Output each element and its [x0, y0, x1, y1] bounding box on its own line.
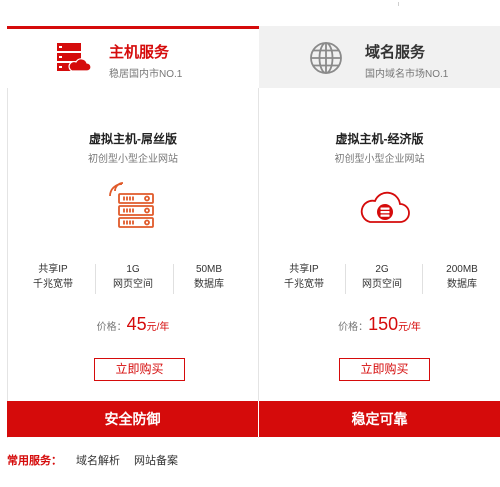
tab-title: 主机服务 [109, 44, 170, 61]
product-desc: 初创型小型企业网站 [88, 154, 178, 165]
server-cloud-icon [57, 43, 91, 72]
spec-label: 千兆宽带 [284, 279, 324, 290]
product-name: 虚拟主机-屌丝版 [89, 132, 177, 146]
tab-subtitle: 国内域名市场NO.1 [365, 69, 449, 80]
link-site-filing[interactable]: 网站备案 [134, 455, 178, 467]
product-card: 虚拟主机-经济版 初创型小型企业网站 共享IP 千兆宽带 2G 网页空间 200… [258, 88, 500, 438]
spec-divider [422, 264, 423, 294]
price-unit: 元/年 [398, 322, 421, 333]
product-name: 虚拟主机-经济版 [335, 132, 424, 146]
spec-item: 共享IP 千兆宽带 [18, 262, 88, 298]
link-domain-resolution[interactable]: 域名解析 [76, 455, 120, 467]
product-card: 虚拟主机-屌丝版 初创型小型企业网站 共享IP 千兆宽带 1G 网页空间 50M… [7, 88, 258, 438]
spec-label: 数据库 [447, 279, 477, 290]
price: 价格：150元/年 [259, 314, 500, 335]
price: 价格：45元/年 [8, 314, 258, 335]
common-services: 常用服务： 域名解析 网站备案 [7, 452, 178, 468]
spec-divider [95, 264, 96, 294]
spec-divider [173, 264, 174, 294]
feature-bar-stable[interactable]: 稳定可靠 [259, 401, 500, 437]
price-value: 150 [368, 314, 399, 334]
spec-label: 千兆宽带 [33, 279, 73, 290]
common-services-label: 常用服务： [7, 455, 62, 467]
server-rack-icon [109, 182, 154, 228]
tab-domain-service[interactable]: 域名服务 国内域名市场NO.1 [259, 26, 500, 88]
price-unit: 元/年 [146, 322, 170, 333]
spec-item: 50MB 数据库 [176, 262, 242, 298]
feature-bar-security[interactable]: 安全防御 [7, 401, 258, 437]
spec-value: 200MB [446, 264, 478, 275]
spec-item: 1G 网页空间 [98, 262, 168, 298]
spec-list: 共享IP 千兆宽带 1G 网页空间 50MB 数据库 [8, 262, 258, 298]
product-desc: 初创型小型企业网站 [334, 154, 425, 165]
spec-value: 50MB [195, 264, 223, 275]
price-label: 价格： [338, 322, 369, 333]
spec-item: 共享IP 千兆宽带 [269, 262, 339, 298]
spec-value: 1G [126, 264, 140, 275]
spec-value: 共享IP [289, 264, 319, 275]
buy-now-button[interactable]: 立即购买 [339, 358, 430, 381]
spec-list: 共享IP 千兆宽带 2G 网页空间 200MB 数据库 [259, 262, 500, 298]
spec-item: 2G 网页空间 [347, 262, 417, 298]
price-label: 价格： [96, 322, 127, 333]
top-strip [0, 0, 500, 26]
spec-label: 网页空间 [362, 279, 402, 290]
spec-divider [345, 264, 346, 294]
spec-value: 2G [375, 264, 389, 275]
price-value: 45 [126, 314, 147, 334]
spec-item: 200MB 数据库 [426, 262, 498, 298]
spec-label: 网页空间 [113, 279, 153, 290]
tab-subtitle: 稳居国内市NO.1 [109, 69, 183, 80]
tab-host-service[interactable]: 主机服务 稳居国内市NO.1 [7, 26, 259, 88]
product-panel: 虚拟主机-屌丝版 初创型小型企业网站 共享IP 千兆宽带 1G 网页空间 50M… [7, 88, 500, 438]
spec-label: 数据库 [194, 279, 224, 290]
top-divider [398, 2, 399, 6]
tab-title: 域名服务 [365, 44, 426, 61]
buy-now-button[interactable]: 立即购买 [94, 358, 185, 381]
service-tabs: 主机服务 稳居国内市NO.1 域名服务 国内域名市场NO.1 [7, 26, 500, 88]
spec-value: 共享IP [38, 264, 68, 275]
cloud-database-icon [360, 191, 410, 223]
globe-icon [310, 42, 342, 74]
